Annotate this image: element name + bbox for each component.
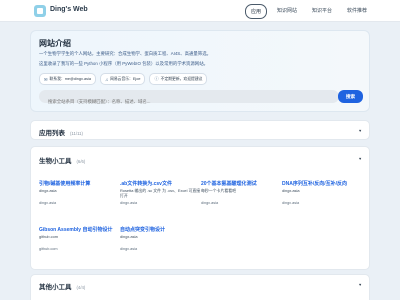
intro-badges: ✉ 联系我：me@dingx.asia ♫ 网易云音乐：Ejoe ⓘ 不定期更新… (39, 73, 208, 85)
update-badge-label: 不定期更新，欢迎提建议 (160, 76, 203, 81)
tool-card-desc: github.com (39, 234, 59, 239)
intro-panel: 网站介绍 一个生物学学生的个人网站，主要研究：合成生物学、蛋白质工程、AI4S、… (30, 30, 370, 112)
tool-card-desc: dingx.asia (282, 188, 300, 193)
main-nav: 应用 知识网站 知识平台 软件推荐 (244, 4, 372, 19)
intro-title: 网站介绍 (39, 39, 71, 48)
collapse-triangle-icon[interactable]: ▼ (358, 157, 362, 161)
collapse-triangle-icon[interactable]: ▼ (358, 129, 362, 133)
tool-card-title[interactable]: 引物/碱基使用频率计算 (39, 180, 120, 187)
tool-card[interactable]: 引物/碱基使用频率计算 dingx.asia dingx.asia (39, 179, 120, 217)
collapse-triangle-icon[interactable]: ▼ (358, 283, 362, 287)
music-badge[interactable]: ♫ 网易云音乐：Ejoe (99, 73, 146, 85)
tool-card-desc: Rosetta 输出的 .sc 文件 为 .csv、Excel 可直接打开 (120, 188, 201, 198)
tool-card-domain: github.com (39, 247, 58, 251)
app-list-count: (11/11) (70, 131, 83, 136)
tool-card[interactable]: DNA序列互补/反向/互补/反向 dingx.asia dingx.asia (282, 179, 363, 217)
tool-card-domain: dingx.asia (120, 201, 138, 205)
info-icon: ⓘ (154, 76, 159, 81)
tool-card-desc: 每秒一个卡片看看吧 (201, 188, 237, 193)
intro-line-2: 这里收录了我写的一些 Python 小程序（用 PyWebIO 包装）以及常用的… (39, 61, 208, 66)
site-logo-icon[interactable] (34, 5, 46, 17)
tool-card[interactable]: 20个基本氨基酸理化测试 每秒一个卡片看看吧 dingx.asia (201, 179, 282, 217)
other-tools-title: 其他小工具 (4/4) (39, 284, 86, 291)
site-brand[interactable]: Ding's Web (50, 6, 88, 13)
search-input[interactable] (39, 95, 339, 108)
other-tools-section[interactable]: 其他小工具 (4/4) ▼ (30, 274, 370, 300)
nav-item-software[interactable]: 软件推荐 (342, 4, 372, 19)
tool-card[interactable]: Gibson Assembly 自动引物设计 github.com github… (39, 225, 120, 263)
search-bar (39, 90, 339, 108)
tool-card-title[interactable]: 20个基本氨基酸理化测试 (201, 180, 282, 187)
tool-card-grid: 引物/碱基使用频率计算 dingx.asia dingx.asia .ab文件转… (39, 179, 363, 263)
tool-card-domain: dingx.asia (282, 201, 300, 205)
app-list-section[interactable]: 应用列表 (11/11) ▼ (30, 120, 370, 140)
mail-icon: ✉ (44, 76, 48, 82)
music-badge-label: 网易云音乐：Ejoe (110, 76, 141, 81)
search-button[interactable]: 搜索 (338, 90, 363, 103)
intro-line-1: 一个生物学学生的个人网站，主要研究：合成生物学、蛋白质工程、AI4S、高通量筛选… (39, 51, 211, 56)
tool-card-desc: dingx.asia (120, 234, 138, 239)
contact-badge-label: 联系我：me@dingx.asia (49, 76, 91, 81)
bio-tools-title: 生物小工具 (6/6) (39, 158, 86, 165)
tool-card-domain: dingx.asia (39, 201, 57, 205)
app-list-title: 应用列表 (11/11) (39, 130, 83, 137)
tool-card[interactable]: 自动点突变引物设计 dingx.asia dingx.asia (120, 225, 201, 263)
tool-card-title[interactable]: .ab文件转换为.csv文件 (120, 180, 201, 187)
other-tools-count: (4/4) (76, 285, 86, 290)
tool-card-title[interactable]: DNA序列互补/反向/互补/反向 (282, 180, 363, 187)
tool-card-title[interactable]: Gibson Assembly 自动引物设计 (39, 226, 120, 233)
nav-item-apps[interactable]: 应用 (244, 4, 267, 19)
nav-item-knowledge-platforms[interactable]: 知识平台 (307, 4, 337, 19)
tool-card-desc: dingx.asia (39, 188, 57, 193)
tool-card-domain: dingx.asia (120, 247, 138, 251)
update-badge[interactable]: ⓘ 不定期更新，欢迎提建议 (149, 73, 208, 85)
tool-card-domain: dingx.asia (201, 201, 219, 205)
bio-tools-count: (6/6) (76, 159, 86, 164)
top-header: Ding's Web 应用 知识网站 知识平台 软件推荐 (0, 0, 400, 22)
tool-card-title[interactable]: 自动点突变引物设计 (120, 226, 201, 233)
nav-item-knowledge-sites[interactable]: 知识网站 (272, 4, 302, 19)
music-icon: ♫ (104, 76, 109, 82)
bio-tools-section: 生物小工具 (6/6) ▼ 引物/碱基使用频率计算 dingx.asia ding… (30, 146, 370, 270)
tool-card[interactable]: .ab文件转换为.csv文件 Rosetta 输出的 .sc 文件 为 .csv… (120, 179, 201, 217)
contact-badge[interactable]: ✉ 联系我：me@dingx.asia (39, 73, 96, 85)
